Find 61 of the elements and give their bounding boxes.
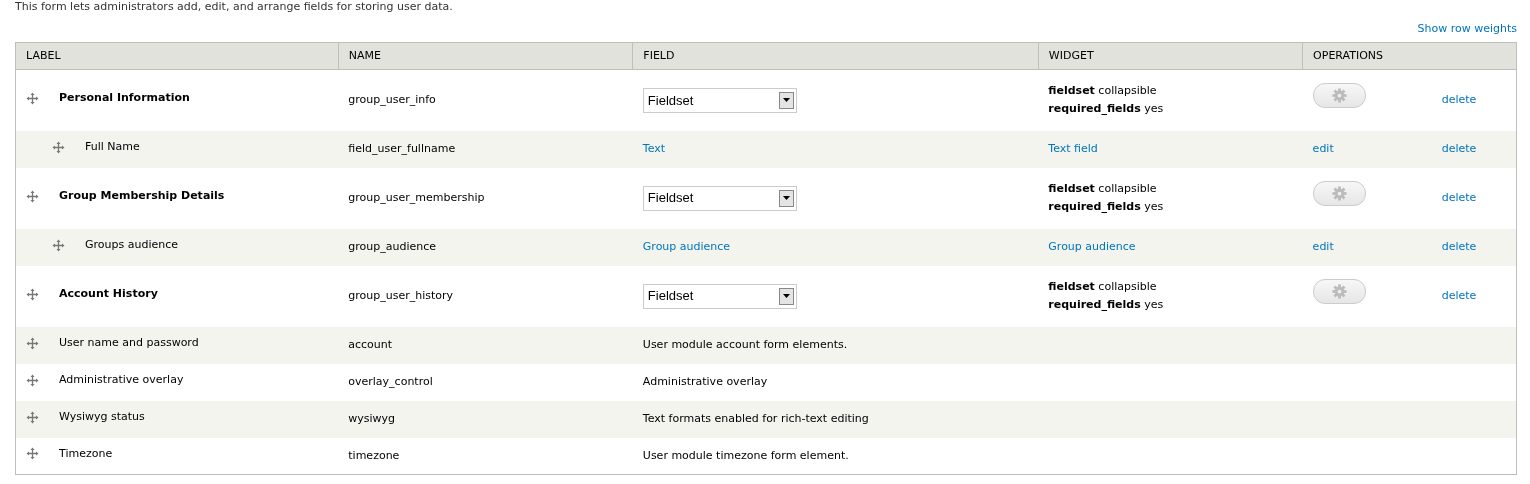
drag-handle-icon[interactable]: [26, 410, 39, 424]
field-type-dropdown[interactable]: Fieldset: [642, 87, 797, 113]
column-header: FIELD: [632, 42, 1039, 70]
edit-link[interactable]: edit: [1312, 239, 1334, 253]
widget-link[interactable]: Group audience: [1048, 239, 1136, 253]
field-label: Wysiwyg status: [59, 408, 145, 425]
field-description: Text formats enabled for rich-text editing: [642, 411, 869, 425]
column-header: WIDGET: [1038, 42, 1303, 70]
column-header: OPERATIONS: [1302, 42, 1517, 70]
machine-name: field_user_fullname: [348, 141, 456, 155]
field-type-dropdown[interactable]: Fieldset: [642, 283, 797, 309]
drag-handle-icon[interactable]: [52, 140, 65, 154]
drag-handle-icon[interactable]: [26, 336, 39, 350]
machine-name: group_user_info: [348, 93, 436, 106]
column-header: LABEL: [15, 42, 339, 70]
widget-setting: fieldset collapsible: [1048, 279, 1158, 295]
widget-link[interactable]: Text field: [1048, 141, 1098, 155]
machine-name: account: [348, 337, 393, 351]
field-type-dropdown[interactable]: Fieldset: [642, 185, 797, 211]
machine-name: group_audience: [348, 239, 437, 253]
field-label: Timezone: [59, 445, 113, 462]
widget-setting: fieldset collapsible: [1048, 83, 1158, 100]
field-type-link[interactable]: Group audience: [642, 239, 731, 253]
delete-link[interactable]: delete: [1441, 93, 1477, 106]
widget-setting: required_fields yes: [1048, 297, 1165, 313]
machine-name: group_user_membership: [348, 190, 485, 204]
description-text: This form lets administrators add, edit, and arrange fields for storing user data.: [15, 0, 454, 13]
machine-name: group_user_history: [348, 288, 454, 302]
machine-name: timezone: [348, 448, 400, 462]
drag-handle-icon[interactable]: [26, 91, 39, 105]
show-row-weights-link[interactable]: Show row weights: [1417, 21, 1517, 38]
delete-link[interactable]: delete: [1441, 190, 1477, 204]
machine-name: wysiwyg: [348, 411, 396, 425]
widget-setting: required_fields yes: [1048, 101, 1165, 118]
field-description: Administrative overlay: [642, 374, 768, 388]
drag-handle-icon[interactable]: [52, 238, 65, 252]
delete-link[interactable]: delete: [1441, 288, 1477, 302]
field-label: Full Name: [85, 138, 140, 155]
field-label: User name and password: [59, 334, 199, 351]
gear-icon: [1331, 283, 1347, 299]
group-label: Personal Information: [59, 90, 190, 107]
delete-link[interactable]: delete: [1441, 141, 1477, 155]
field-description: User module timezone form element.: [642, 448, 849, 462]
drag-handle-icon[interactable]: [26, 189, 39, 203]
field-label: Administrative overlay: [59, 371, 184, 388]
delete-link[interactable]: delete: [1441, 239, 1477, 253]
field-type-link[interactable]: Text: [642, 141, 666, 155]
drag-handle-icon[interactable]: [26, 447, 39, 461]
edit-link[interactable]: edit: [1312, 141, 1334, 155]
group-label: Account History: [59, 285, 158, 302]
field-description: User module account form elements.: [642, 337, 848, 351]
drag-handle-icon[interactable]: [26, 287, 39, 301]
column-header: NAME: [338, 42, 633, 70]
group-label: Group Membership Details: [59, 187, 225, 204]
widget-setting: fieldset collapsible: [1048, 181, 1158, 197]
machine-name: overlay_control: [348, 374, 433, 388]
field-label: Groups audience: [85, 236, 179, 253]
gear-icon: [1331, 88, 1347, 103]
gear-icon: [1331, 185, 1347, 201]
drag-handle-icon[interactable]: [26, 373, 39, 387]
widget-setting: required_fields yes: [1048, 199, 1165, 215]
